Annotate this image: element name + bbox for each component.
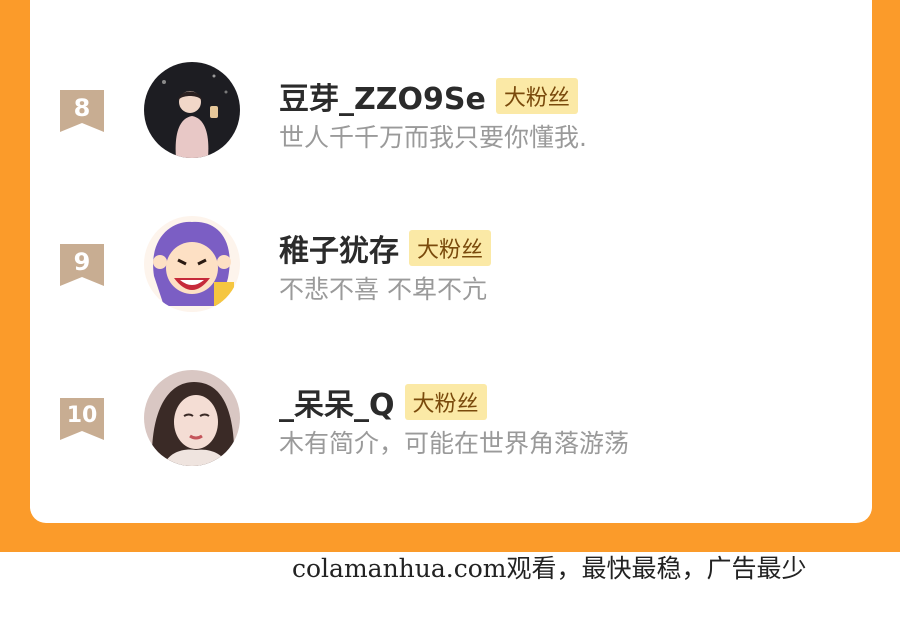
avatar[interactable] xyxy=(144,62,240,158)
fan-level-badge: 大粉丝 xyxy=(404,384,487,420)
rank-ribbon-icon: 8 xyxy=(60,90,104,132)
fan-name[interactable]: 稚子犹存 xyxy=(279,226,399,270)
fan-bio: 世人千千万而我只要你懂我. xyxy=(279,123,587,152)
fan-name[interactable]: 豆芽_ZZO9Se xyxy=(279,74,486,118)
fan-row[interactable]: 9 稚子犹存 大粉丝 不悲不喜 不卑不亢 xyxy=(30,216,872,316)
fan-bio: 不悲不喜 不卑不亢 xyxy=(279,275,487,304)
name-line: _呆呆_Q 大粉丝 xyxy=(279,380,487,424)
rank-ribbon-icon: 9 xyxy=(60,244,104,286)
avatar[interactable] xyxy=(144,216,240,312)
fan-row[interactable]: 8 豆芽_ZZO9Se 大粉丝 世人千千万而我只要你懂我. xyxy=(30,62,872,162)
fan-ranking-card: 8 豆芽_ZZO9Se 大粉丝 世人千千万而我只要你懂我. 9 稚子犹存 大粉丝… xyxy=(30,0,872,523)
fan-bio: 木有简介，可能在世界角落游荡 xyxy=(279,429,630,458)
fan-name[interactable]: _呆呆_Q xyxy=(279,380,395,424)
rank-number: 10 xyxy=(66,403,98,428)
watermark-text: colamanhua.com观看，最快最稳，广告最少 xyxy=(292,554,807,583)
name-line: 稚子犹存 大粉丝 xyxy=(279,226,492,270)
rank-number: 8 xyxy=(73,94,91,122)
rank-ribbon-icon: 10 xyxy=(60,398,104,440)
name-line: 豆芽_ZZO9Se 大粉丝 xyxy=(279,74,578,118)
fan-level-badge: 大粉丝 xyxy=(409,230,492,266)
fan-row[interactable]: 10 _呆呆_Q 大粉丝 木有简介，可能在世界角落游荡 xyxy=(30,370,872,470)
avatar[interactable] xyxy=(144,370,240,466)
rank-number: 9 xyxy=(73,248,91,276)
fan-level-badge: 大粉丝 xyxy=(495,78,578,114)
